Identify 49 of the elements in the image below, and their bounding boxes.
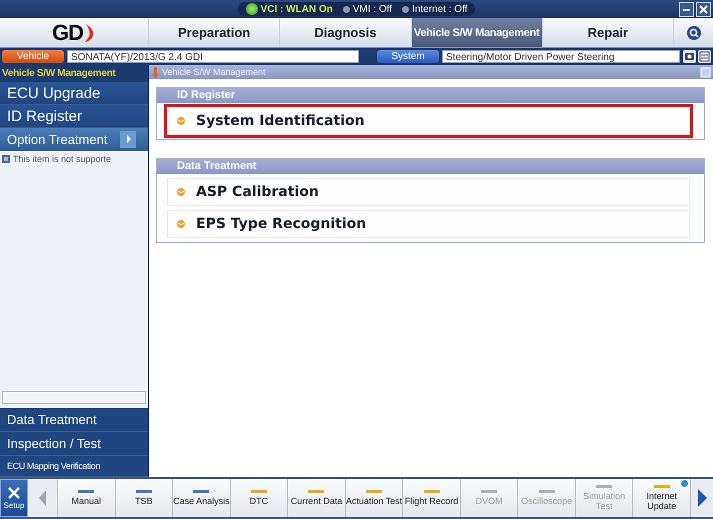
sidebar-item[interactable]: Data Treatment <box>0 408 148 432</box>
document-icon[interactable] <box>698 50 711 63</box>
toolbar-button[interactable]: Case Analysis <box>173 479 231 517</box>
minimize-icon[interactable] <box>679 2 694 17</box>
window-icon[interactable] <box>700 66 711 78</box>
arrow-right-icon <box>126 135 130 143</box>
section-title: Data Treatment <box>157 159 704 174</box>
info-icon <box>2 155 10 163</box>
bullet-icon <box>176 219 186 229</box>
swoosh-icon <box>84 22 96 44</box>
bullet-icon <box>176 116 186 126</box>
nav-tab[interactable]: Repair <box>542 18 673 47</box>
arrow-left-icon <box>38 490 47 506</box>
breadcrumb-text: Vehicle S/W Management <box>162 67 266 77</box>
sidebar-item[interactable]: Inspection / Test <box>0 432 148 456</box>
search-icon <box>686 24 702 40</box>
toolbar-button[interactable]: Actuation Test <box>346 479 404 517</box>
setup-button[interactable]: Setup <box>0 479 28 517</box>
system-field[interactable]: Steering/Motor Driven Power Steering <box>442 50 680 63</box>
sidebar-item[interactable]: ECU Upgrade <box>0 82 148 105</box>
system-button[interactable]: System <box>377 50 439 63</box>
status-label: VMI : Off <box>352 4 392 14</box>
camera-icon[interactable] <box>683 50 696 63</box>
vehicle-field[interactable]: SONATA(YF)/2013/G 2.4 GDI <box>67 50 359 63</box>
toolbar-button[interactable]: Manual <box>58 479 116 517</box>
horizontal-scrollbar[interactable] <box>2 391 146 404</box>
toolbar-button[interactable]: TSB <box>116 479 174 517</box>
sidebar-item[interactable]: ID Register <box>0 105 148 128</box>
menu-entry[interactable]: EPS Type Recognition <box>167 210 690 238</box>
menu-entry[interactable]: System Identification <box>167 107 690 135</box>
status-label: VCI : WLAN On <box>260 4 333 14</box>
toolbar-button[interactable]: Internet Update <box>633 479 692 517</box>
toolbar-button[interactable]: Current Data <box>288 479 346 517</box>
nav-tab[interactable]: Preparation <box>148 18 280 47</box>
section-title: ID Register <box>157 88 704 103</box>
bullet-icon <box>176 187 186 197</box>
arrow-down-icon <box>152 66 159 78</box>
menu-entry[interactable]: ASP Calibration <box>167 178 690 206</box>
status-label: Internet : Off <box>412 4 468 14</box>
sidebar-item[interactable]: Option Treatment <box>0 128 148 151</box>
close-icon[interactable] <box>696 2 711 17</box>
toolbar-button[interactable]: DTC <box>230 479 288 517</box>
logo-text: GD <box>52 20 83 46</box>
arrow-right-icon <box>697 489 708 507</box>
toolbar-button[interactable]: Flight Record <box>403 479 461 517</box>
unsupported-note: This item is not supporte <box>13 154 112 164</box>
nav-tab[interactable]: Vehicle S/W Management <box>410 18 542 47</box>
sidebar-title: Vehicle S/W Management <box>0 65 148 82</box>
scroll-right-button[interactable] <box>691 479 713 517</box>
